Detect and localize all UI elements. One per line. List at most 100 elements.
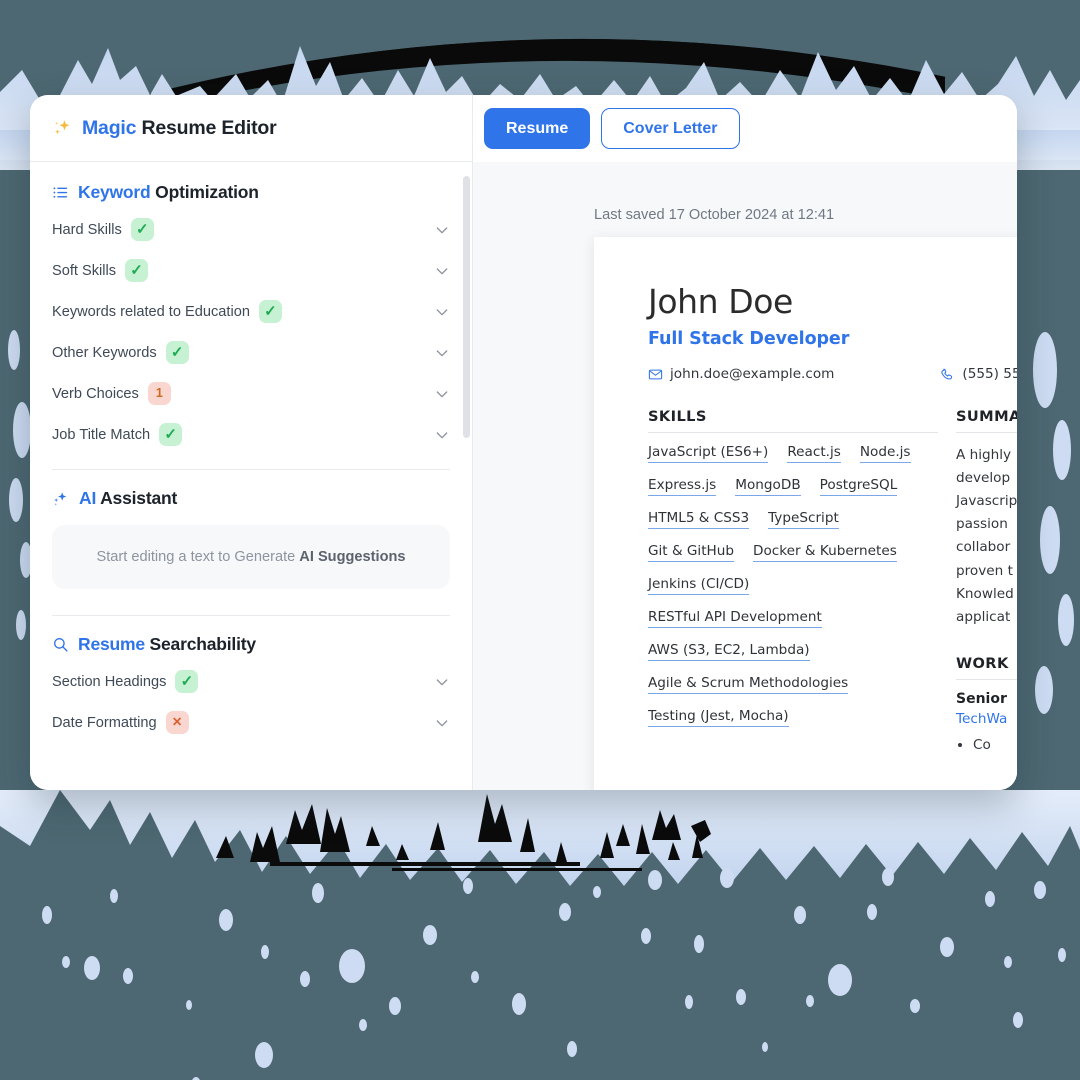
skill-chip[interactable]: JavaScript (ES6+) xyxy=(648,444,769,463)
sparkle-icon xyxy=(54,119,70,134)
accordion-row[interactable]: Keywords related to Education ✓ xyxy=(52,291,450,332)
skill-chip[interactable]: Express.js xyxy=(648,477,717,496)
keyword-items-list: Hard Skills ✓ Soft Skills ✓ Keywords related… xyxy=(52,209,450,455)
summary-heading: SUMMARY xyxy=(956,408,1017,433)
chevron-down-icon xyxy=(436,308,448,315)
ai-suggestions-box[interactable]: Start editing a text to Generate AI Sugg… xyxy=(52,525,450,589)
search-rest: Searchability xyxy=(144,634,257,654)
accordion-row[interactable]: Other Keywords ✓ xyxy=(52,332,450,373)
skill-chip[interactable]: TypeScript xyxy=(768,510,839,529)
status-badge: ✕ xyxy=(165,711,189,734)
resume-right-column: SUMMARY A highly develop Javascrip passion c… xyxy=(956,408,1017,757)
sidebar-body: Keyword Optimization Hard Skills ✓ Soft Sk… xyxy=(30,162,472,790)
status-badge-glyph: ✓ xyxy=(135,221,149,238)
editor-toolbar: Resume Cover Letter xyxy=(473,95,1017,162)
keyword-optimization-title: Keyword Optimization xyxy=(52,182,450,203)
status-badge-glyph: ✓ xyxy=(180,673,194,690)
ai-placeholder-bold: AI Suggestions xyxy=(299,549,406,565)
search-icon xyxy=(54,638,68,652)
job-title: Senior xyxy=(956,690,1007,707)
accordion-row[interactable]: Soft Skills ✓ xyxy=(52,250,450,291)
tab-resume[interactable]: Resume xyxy=(484,108,591,149)
status-badge: ✓ xyxy=(258,300,282,323)
keyword-rest: Optimization xyxy=(150,182,259,202)
brand-accent-word: Magic xyxy=(82,116,137,139)
contact-phone[interactable]: (555) 555-5 xyxy=(940,366,1017,382)
contact-phone-text: (555) 555-5 xyxy=(962,366,1017,382)
skill-chip[interactable]: Testing (Jest, Mocha) xyxy=(648,708,789,727)
accordion-row[interactable]: Section Headings ✓ xyxy=(52,661,450,702)
summary-line: Knowled xyxy=(956,585,1014,602)
brand: Magic Resume Editor xyxy=(52,117,277,140)
sidebar-scrollbar[interactable] xyxy=(463,176,470,438)
skill-chip[interactable]: HTML5 & CSS3 xyxy=(648,510,750,529)
keyword-optimization-section: Keyword Optimization Hard Skills ✓ Soft Sk… xyxy=(30,162,472,455)
accordion-row[interactable]: Date Formatting ✕ xyxy=(52,702,450,743)
summary-line: collabor xyxy=(956,539,1011,556)
work-heading: WORK xyxy=(956,655,1017,680)
accordion-label: Keywords related to Education xyxy=(52,303,250,320)
chevron-down-icon xyxy=(436,390,448,397)
search-accent-word: Resume xyxy=(78,634,145,654)
sidebar: Magic Resume Editor Keyword Optimization xyxy=(30,95,473,790)
accordion-row[interactable]: Hard Skills ✓ xyxy=(52,209,450,250)
mail-icon xyxy=(648,369,663,379)
chevron-down-icon xyxy=(436,349,448,356)
resume-contact-row: john.doe@example.com (555) 555-5 xyxy=(648,366,1017,382)
contact-email-text: john.doe@example.com xyxy=(670,366,835,382)
chevron-down-icon xyxy=(436,226,448,233)
resume-searchability-title: Resume Searchability xyxy=(52,634,450,655)
skill-chip[interactable]: AWS (S3, EC2, Lambda) xyxy=(648,642,810,661)
accordion-label: Soft Skills xyxy=(52,262,117,279)
skill-chip[interactable]: PostgreSQL xyxy=(819,477,898,496)
status-badge: ✓ xyxy=(159,423,183,446)
status-badge: ✓ xyxy=(125,259,149,282)
ai-sparkle-icon xyxy=(54,491,67,506)
skill-chip[interactable]: Agile & Scrum Methodologies xyxy=(648,675,849,694)
chevron-down-icon xyxy=(436,678,448,685)
status-badge-glyph: ✓ xyxy=(164,426,177,443)
resume-left-column: SKILLS JavaScript (ES6+) React.js Node.js E… xyxy=(648,408,938,757)
status-badge-glyph: ✓ xyxy=(170,344,184,361)
resume-role: Full Stack Developer xyxy=(648,329,850,349)
skill-chip[interactable]: RESTful API Development xyxy=(648,609,822,628)
app-window: Magic Resume Editor Keyword Optimization xyxy=(30,95,1017,790)
tab-cover-letter[interactable]: Cover Letter xyxy=(601,108,740,149)
resume-document[interactable]: John Doe Full Stack Developer john.doe@e… xyxy=(594,237,1017,790)
accordion-row[interactable]: Job Title Match ✓ xyxy=(52,414,450,455)
skill-chip[interactable]: Node.js xyxy=(859,444,911,463)
searchability-items-list: Section Headings ✓ Date Formatting ✕ xyxy=(52,661,450,743)
brand-rest: Resume Editor xyxy=(136,116,277,139)
accordion-label: Job Title Match xyxy=(52,426,151,443)
phone-icon xyxy=(941,368,953,380)
skill-chip[interactable]: Docker & Kubernetes xyxy=(753,543,897,562)
resume-name: John Doe xyxy=(648,282,793,321)
status-badge-glyph: 1 xyxy=(155,386,163,401)
sidebar-header: Magic Resume Editor xyxy=(30,95,472,162)
accordion-label: Other Keywords xyxy=(52,344,157,361)
skill-chip[interactable]: Jenkins (CI/CD) xyxy=(648,576,750,595)
skill-chip[interactable]: React.js xyxy=(787,444,841,463)
status-badge: 1 xyxy=(147,382,171,405)
chevron-down-icon xyxy=(436,719,448,726)
summary-line: passion xyxy=(956,516,1008,533)
keyword-accent-word: Keyword xyxy=(78,182,151,202)
skill-chip[interactable]: Git & GitHub xyxy=(648,543,734,562)
ai-accent-word: AI xyxy=(79,488,97,508)
resume-columns: SKILLS JavaScript (ES6+) React.js Node.js E… xyxy=(648,408,1017,757)
skill-chip[interactable]: MongoDB xyxy=(735,477,801,496)
job-company: TechWa xyxy=(956,710,1008,727)
brand-title: Magic Resume Editor xyxy=(82,117,277,140)
accordion-row[interactable]: Verb Choices 1 xyxy=(52,373,450,414)
last-saved-status: Last saved 17 October 2024 at 12:41 xyxy=(594,207,835,223)
contact-email[interactable]: john.doe@example.com xyxy=(648,366,834,382)
skills-heading: SKILLS xyxy=(648,408,938,433)
summary-line: Javascrip xyxy=(956,493,1017,510)
summary-line: develop xyxy=(956,470,1011,487)
status-badge-glyph: ✓ xyxy=(264,303,277,320)
accordion-label: Section Headings xyxy=(52,673,167,690)
list-icon xyxy=(53,187,68,198)
status-badge-glyph: ✓ xyxy=(130,262,143,279)
accordion-label: Verb Choices xyxy=(52,385,139,402)
job-bullet: Co xyxy=(973,734,1017,757)
